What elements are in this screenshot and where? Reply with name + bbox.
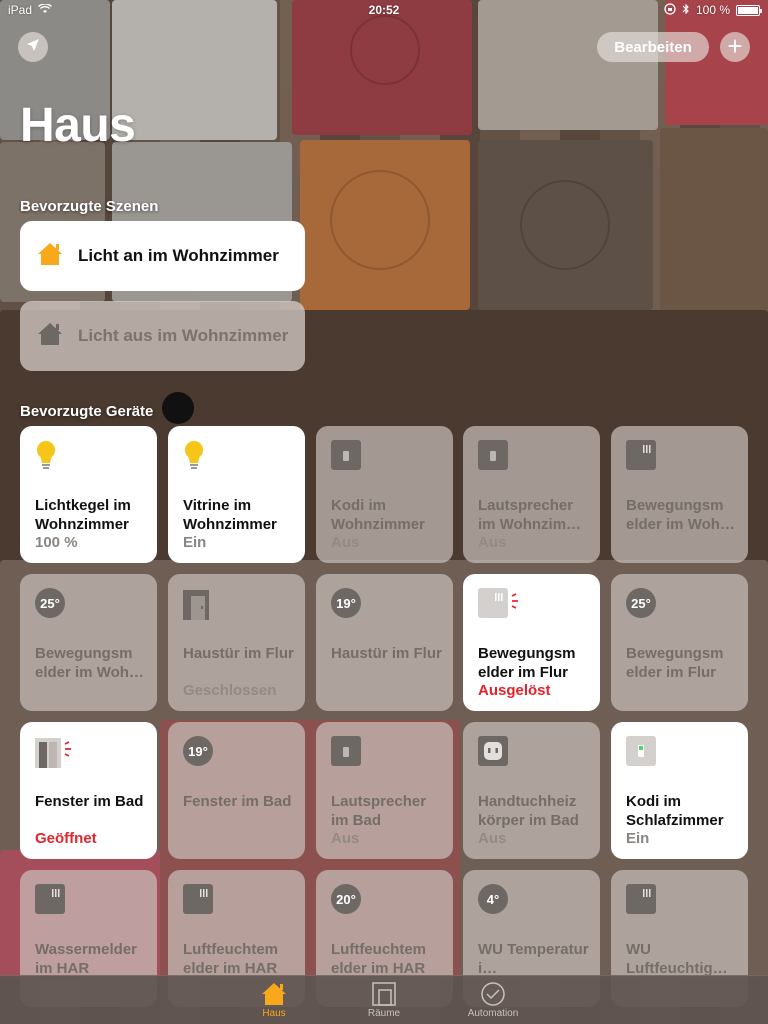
sensor-icon [35, 884, 143, 920]
device-state: Geschlossen [183, 682, 277, 699]
touch-indicator [162, 392, 194, 424]
tab-label: Automation [467, 1008, 519, 1019]
switch-icon [478, 440, 586, 476]
wifi-icon [38, 3, 53, 17]
device-name: Lautsprecher im Bad [331, 793, 427, 829]
device-name: Luftfeuchtem elder im HAR [331, 941, 426, 977]
battery-icon [736, 4, 762, 16]
device-state: Geöffnet [35, 830, 97, 847]
device-name: Lautsprecher im Wohnzim… [478, 497, 582, 533]
device-name: Kodi im Wohnzimmer [331, 497, 425, 533]
tab-label: Haus [262, 1008, 286, 1019]
device-state: 100 % [35, 534, 78, 551]
device-state: Aus [331, 830, 360, 847]
tab-label: Räume [367, 1008, 401, 1019]
device-state: Ein [626, 830, 650, 847]
switch-on-icon [626, 736, 734, 772]
battery-percentage: 100 % [695, 3, 730, 17]
temperature-icon: 25° [35, 588, 65, 618]
temperature-icon: 25° [626, 588, 656, 618]
device-name: WU Temperatur i… [478, 941, 589, 977]
window-alert-icon [35, 736, 143, 772]
door-icon [183, 588, 291, 624]
motion-sensor-alert-icon [478, 588, 586, 624]
device-name: WU Luftfeuchtig… [626, 941, 728, 977]
bulb-icon [183, 440, 291, 476]
device-tile-bewegung-wohnzimmer[interactable]: Bewegungsm elder im Woh… [611, 426, 748, 563]
device-name: Handtuchheiz körper im Bad [478, 793, 579, 829]
device-name: Kodi im Schlafzimmer [626, 793, 724, 829]
rotation-lock-icon [664, 2, 676, 18]
device-state: Ein [183, 534, 207, 551]
device-tile-lichtkegel[interactable]: Lichtkegel im Wohnzimmer 100 % [20, 426, 157, 563]
house-icon [36, 321, 64, 352]
device-tile-lautsprecher-bad[interactable]: Lautsprecher im Bad Aus [316, 722, 453, 859]
house-icon [229, 980, 319, 1008]
scene-label: Licht aus im Wohnzimmer [78, 326, 289, 345]
tab-automation[interactable]: Automation [448, 980, 538, 1019]
device-name: Fenster im Bad [183, 793, 292, 810]
clock: 20:52 [368, 3, 400, 17]
device-name: Bewegungsm elder im Flur [478, 645, 576, 681]
device-state: Aus [478, 830, 507, 847]
scene-licht-an[interactable]: Licht an im Wohnzimmer [20, 221, 305, 291]
device-name: Bewegungsm elder im Woh… [626, 497, 735, 533]
temperature-icon: 19° [331, 588, 361, 618]
sensor-icon [183, 884, 291, 920]
temperature-icon: 19° [183, 736, 213, 766]
rooms-icon [339, 980, 429, 1008]
device-tile-handtuchheizkoerper[interactable]: Handtuchheiz körper im Bad Aus [463, 722, 600, 859]
device-name: Fenster im Bad [35, 793, 144, 810]
bulb-icon [35, 440, 143, 476]
device-state: Aus [331, 534, 360, 551]
device-name: Bewegungsm elder im Woh… [35, 645, 144, 681]
device-name: Luftfeuchtem elder im HAR [183, 941, 278, 977]
status-bar: iPad 20:52 100 % [0, 0, 768, 20]
device-name: Lichtkegel im Wohnzimmer [35, 497, 131, 533]
device-tile-bewegung-flur[interactable]: Bewegungsm elder im Flur Ausgelöst [463, 574, 600, 711]
outlet-icon [478, 736, 586, 772]
house-icon [36, 241, 64, 272]
device-name: Wassermelder im HAR [35, 941, 137, 977]
device-name: Haustür im Flur [183, 645, 294, 662]
clock-check-icon [448, 980, 538, 1008]
tab-raeume[interactable]: Räume [339, 980, 429, 1019]
devices-section-title: Bevorzugte Geräte [20, 403, 154, 420]
device-tile-temp-wohnzimmer[interactable]: 25° Bewegungsm elder im Woh… [20, 574, 157, 711]
scene-label: Licht an im Wohnzimmer [78, 246, 279, 265]
device-tile-temp-flur-2[interactable]: 25° Bewegungsm elder im Flur [611, 574, 748, 711]
sensor-icon [626, 884, 734, 920]
device-tile-kodi-schlafzimmer[interactable]: Kodi im Schlafzimmer Ein [611, 722, 748, 859]
edit-button[interactable]: Bearbeiten [597, 32, 709, 62]
device-tile-temp-bad[interactable]: 19° Fenster im Bad [168, 722, 305, 859]
device-name: Vitrine im Wohnzimmer [183, 497, 277, 533]
location-button[interactable] [18, 32, 48, 62]
page-title: Haus [20, 99, 136, 152]
scenes-section-title: Bevorzugte Szenen [20, 198, 159, 215]
device-tile-lautsprecher-wohnzimmer[interactable]: Lautsprecher im Wohnzim… Aus [463, 426, 600, 563]
tab-haus[interactable]: Haus [229, 980, 319, 1019]
device-tile-haustuer[interactable]: Haustür im Flur Geschlossen [168, 574, 305, 711]
tab-bar: Haus Räume Automation [0, 975, 768, 1024]
device-tile-kodi-wohnzimmer[interactable]: Kodi im Wohnzimmer Aus [316, 426, 453, 563]
device-tile-temp-flur[interactable]: 19° Haustür im Flur [316, 574, 453, 711]
device-tile-fenster-bad[interactable]: Fenster im Bad Geöffnet [20, 722, 157, 859]
motion-sensor-icon [626, 440, 734, 476]
switch-icon [331, 736, 439, 772]
device-name: Bewegungsm elder im Flur [626, 645, 724, 681]
device-state: Ausgelöst [478, 682, 551, 699]
add-button[interactable]: + [720, 32, 750, 62]
bluetooth-icon [682, 3, 690, 18]
device-tile-vitrine[interactable]: Vitrine im Wohnzimmer Ein [168, 426, 305, 563]
device-state: Aus [478, 534, 507, 551]
device-name: Haustür im Flur [331, 645, 442, 662]
device-label: iPad [8, 3, 33, 17]
location-arrow-icon [26, 38, 40, 57]
temperature-icon: 20° [331, 884, 361, 914]
temperature-icon: 4° [478, 884, 508, 914]
switch-icon [331, 440, 439, 476]
scene-licht-aus[interactable]: Licht aus im Wohnzimmer [20, 301, 305, 371]
